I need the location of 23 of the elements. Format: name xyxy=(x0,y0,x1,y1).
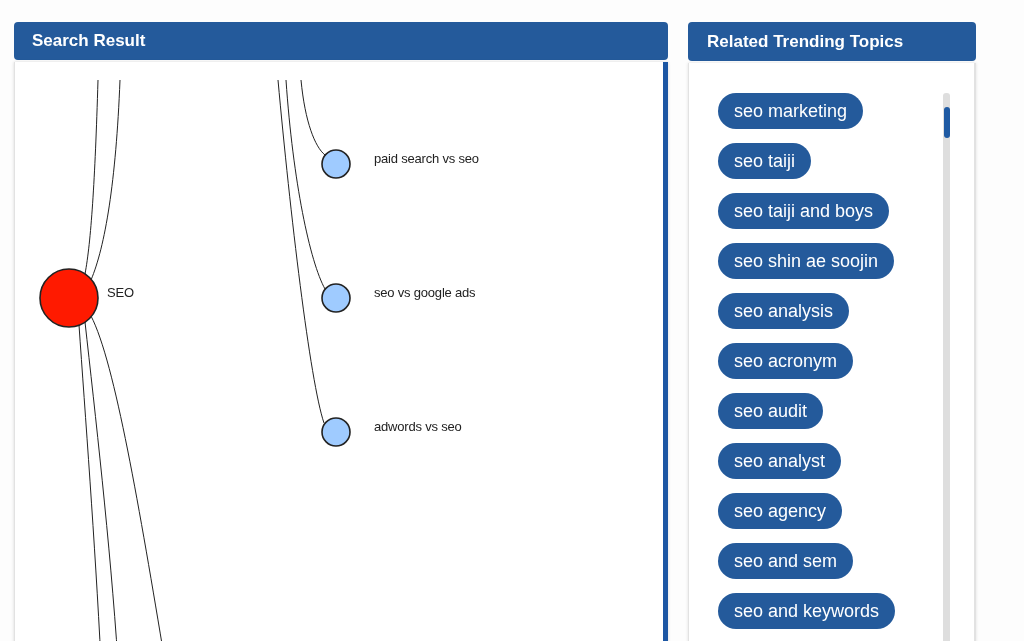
topic-tag[interactable]: seo shin ae soojin xyxy=(718,243,895,279)
node-label: SEO xyxy=(107,285,134,300)
scrollbar-track[interactable] xyxy=(943,93,950,641)
topic-tag[interactable]: seo analyst xyxy=(718,443,842,479)
topic-tag[interactable]: seo taiji and boys xyxy=(718,193,890,229)
topic-tag[interactable]: seo analysis xyxy=(718,293,850,329)
node-label: adwords vs seo xyxy=(374,419,462,434)
graph-node xyxy=(321,149,351,179)
panel-title: Related Trending Topics xyxy=(707,30,904,53)
graph-node xyxy=(321,283,351,313)
topic-tag[interactable]: seo marketing xyxy=(718,93,864,129)
topic-tag[interactable]: seo taiji xyxy=(718,143,812,179)
panel-title: Search Result xyxy=(32,30,146,53)
topic-tag[interactable]: seo acronym xyxy=(718,343,854,379)
node-label: paid search vs seo xyxy=(374,151,479,166)
scrollbar-thumb[interactable] xyxy=(943,107,950,138)
graph-node xyxy=(321,417,351,447)
topic-tag[interactable]: seo audit xyxy=(718,393,824,429)
topic-tag[interactable]: seo and keywords xyxy=(718,593,896,629)
node-label: seo vs google ads xyxy=(374,285,476,300)
topic-tag[interactable]: seo and sem xyxy=(718,543,854,579)
topic-tag[interactable]: seo agency xyxy=(718,493,843,529)
graph-node xyxy=(39,268,99,328)
